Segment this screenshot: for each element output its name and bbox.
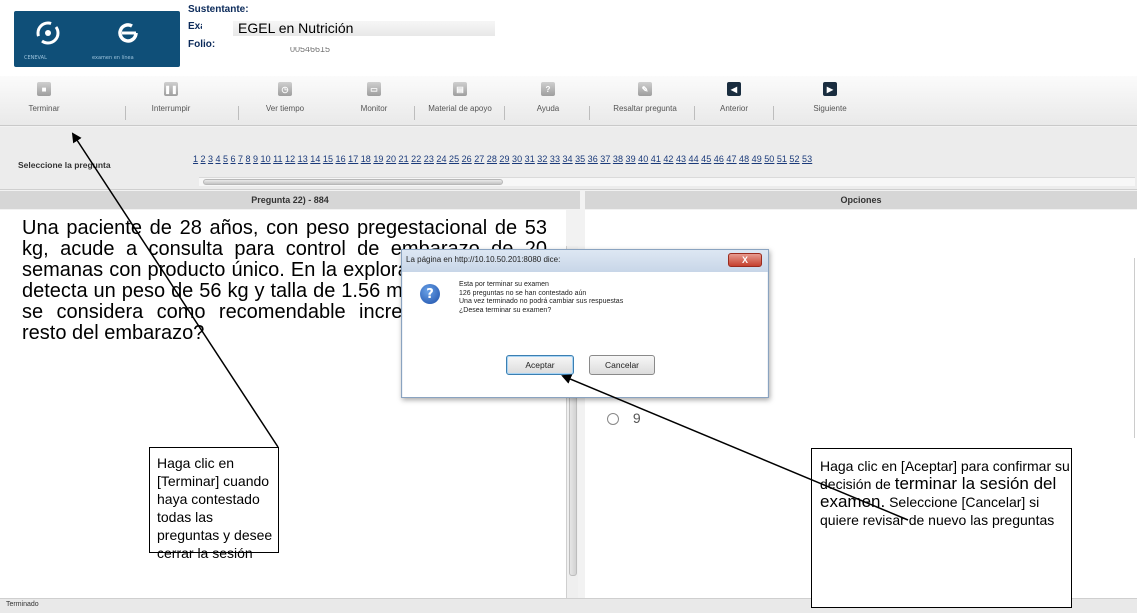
terminar-arrow	[71, 132, 279, 448]
screenshot-root: CENEVAL examen en línea Sustentante: Exa…	[0, 0, 1137, 613]
annotation-arrows	[71, 132, 909, 521]
aceptar-arrow	[561, 374, 909, 521]
